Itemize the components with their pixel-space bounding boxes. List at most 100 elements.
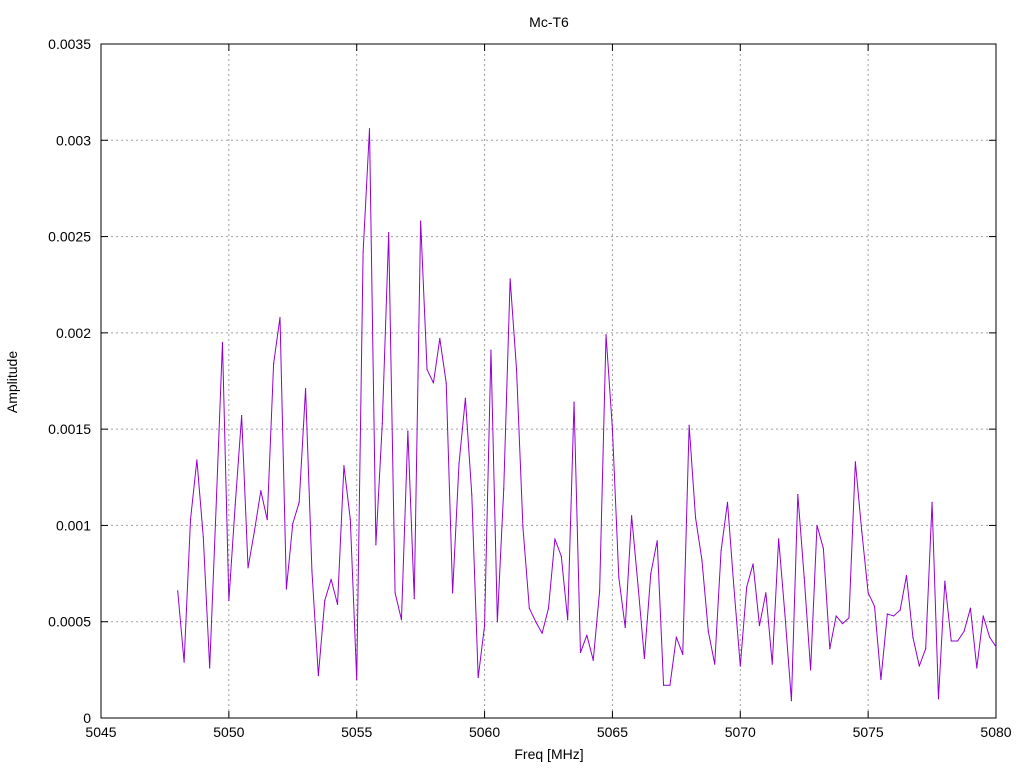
data-point	[592, 659, 594, 661]
y-tick-label: 0.0035	[48, 36, 91, 52]
data-point	[413, 598, 415, 600]
data-point	[599, 590, 601, 592]
data-point	[407, 430, 409, 432]
data-point	[682, 653, 684, 656]
data-point	[688, 424, 690, 426]
data-point	[944, 580, 946, 582]
data-point	[381, 422, 383, 424]
data-point	[368, 128, 371, 130]
data-point	[841, 623, 844, 625]
data-point	[483, 624, 486, 627]
data-point	[880, 678, 882, 681]
y-axis-label: Amplitude	[4, 351, 20, 413]
data-point	[215, 507, 217, 509]
data-point	[835, 615, 837, 617]
data-point	[528, 607, 530, 609]
data-point	[317, 675, 319, 677]
data-point	[995, 646, 997, 648]
data-point	[976, 667, 978, 669]
chart: 5045 5050 5055 5060 5065 5070 5075 5080 0 0.0005…	[0, 0, 1024, 768]
data-point	[471, 494, 473, 496]
data-point	[247, 567, 249, 569]
data-point	[452, 592, 454, 594]
y-tick-label: 0.001	[56, 517, 91, 533]
data-point	[918, 665, 920, 667]
chart-title: Mc-T6	[529, 14, 569, 30]
data-point	[886, 613, 888, 615]
data-point	[241, 415, 243, 417]
data-point	[631, 515, 633, 517]
data-point	[758, 624, 761, 627]
data-point	[586, 634, 588, 636]
data-point	[739, 665, 741, 667]
data-point	[336, 603, 339, 605]
data-point	[982, 615, 984, 617]
data-point	[400, 619, 403, 621]
data-point	[624, 626, 626, 629]
data-point	[221, 341, 224, 344]
data-point	[273, 363, 275, 365]
data-point	[445, 382, 447, 384]
y-tick-label: 0.0005	[48, 614, 91, 630]
data-point	[343, 465, 345, 467]
data-point	[432, 382, 435, 384]
data-point	[439, 338, 441, 340]
data-point	[669, 684, 671, 686]
data-point	[228, 599, 230, 602]
data-point	[931, 501, 933, 503]
x-tick-label: 5050	[213, 724, 244, 740]
data-point	[547, 607, 550, 609]
data-point	[477, 676, 479, 679]
data-point	[253, 530, 256, 532]
data-point	[183, 661, 185, 663]
data-point	[969, 607, 972, 609]
data-point	[234, 503, 236, 505]
data-point	[458, 463, 460, 465]
x-axis-label: Freq [MHz]	[514, 746, 583, 762]
data-point	[304, 388, 307, 390]
data-point	[937, 698, 940, 700]
data-point	[388, 232, 390, 234]
data-point	[177, 590, 179, 592]
data-point	[541, 632, 543, 634]
y-tick-label: 0.002	[56, 325, 91, 341]
data-point	[784, 615, 786, 617]
data-point	[643, 657, 645, 659]
data-point	[662, 684, 665, 686]
x-tick-label: 5070	[725, 724, 756, 740]
data-point	[579, 651, 582, 654]
data-point	[202, 536, 204, 538]
data-point	[324, 599, 326, 602]
data-point	[925, 648, 927, 650]
data-point	[266, 519, 268, 521]
data-point	[707, 630, 709, 632]
x-tick-label: 5055	[341, 724, 372, 740]
data-point	[311, 571, 313, 573]
data-point	[893, 615, 895, 617]
data-point	[509, 278, 511, 280]
data-point	[746, 586, 748, 588]
data-point	[912, 636, 914, 638]
data-point	[963, 630, 965, 632]
data-point	[816, 524, 818, 527]
data-point	[867, 592, 869, 594]
data-point	[637, 584, 639, 586]
y-tick-label: 0.0025	[48, 229, 91, 245]
y-tick-label: 0.003	[56, 132, 91, 148]
data-point	[560, 555, 562, 557]
chart-background	[0, 0, 1024, 768]
data-point	[503, 488, 505, 490]
x-tick-label: 5075	[853, 724, 884, 740]
data-point	[362, 251, 364, 253]
data-point	[778, 538, 780, 540]
data-point	[196, 459, 198, 461]
data-point	[848, 617, 850, 619]
data-point	[950, 640, 952, 642]
data-point	[989, 636, 991, 638]
data-point	[797, 494, 799, 496]
data-point	[611, 428, 614, 430]
data-point	[873, 605, 876, 607]
data-point	[752, 563, 754, 565]
data-point	[426, 368, 428, 371]
data-point	[567, 619, 569, 621]
